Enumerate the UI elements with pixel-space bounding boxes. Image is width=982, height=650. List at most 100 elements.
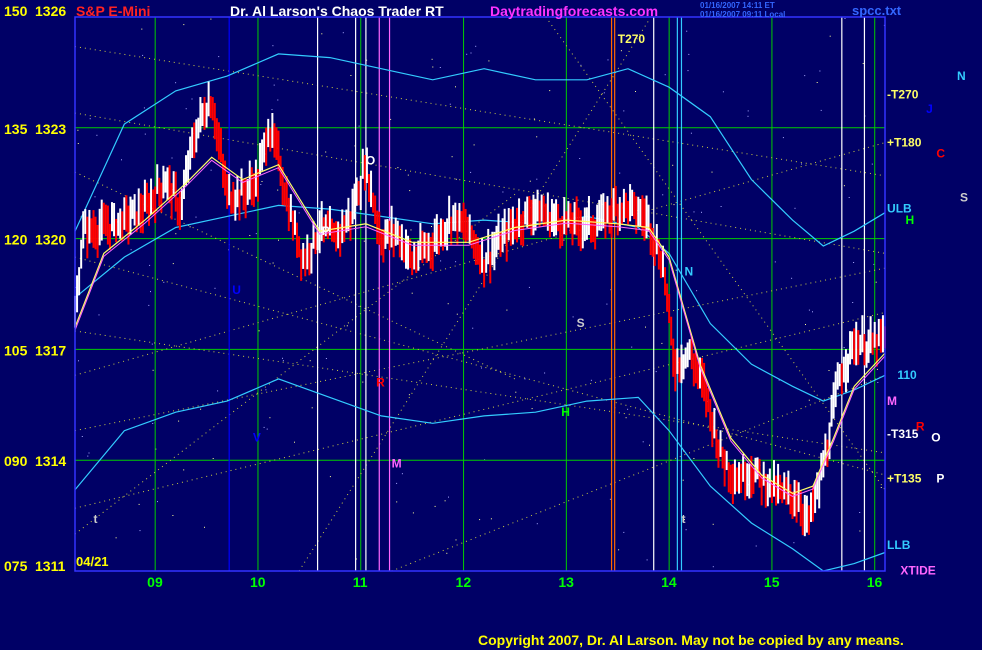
- right-margin-label: P: [936, 471, 944, 485]
- star-dot: [607, 59, 609, 61]
- star-dot: [635, 91, 636, 92]
- star-dot: [277, 99, 279, 101]
- star-dot: [712, 523, 714, 525]
- star-dot: [408, 394, 410, 396]
- xtick-label: 09: [147, 574, 163, 590]
- symbol-title: S&P E-Mini: [76, 3, 150, 19]
- star-dot: [346, 325, 348, 327]
- star-dot: [466, 53, 468, 55]
- star-dot: [782, 137, 784, 139]
- star-dot: [261, 181, 263, 182]
- star-dot: [701, 211, 702, 213]
- star-dot: [662, 194, 664, 196]
- star-dot: [358, 125, 360, 127]
- right-margin-label: -T270: [887, 87, 919, 101]
- star-dot: [609, 498, 611, 500]
- star-dot: [529, 180, 531, 182]
- star-dot: [470, 171, 472, 173]
- star-dot: [411, 292, 413, 294]
- star-dot: [712, 566, 714, 568]
- star-dot: [141, 28, 143, 30]
- star-dot: [142, 54, 144, 56]
- star-dot: [255, 233, 257, 235]
- star-dot: [390, 118, 392, 120]
- star-dot: [688, 53, 690, 55]
- star-dot: [446, 552, 448, 554]
- star-dot: [502, 191, 504, 193]
- star-dot: [77, 129, 79, 131]
- star-dot: [350, 75, 352, 76]
- star-dot: [87, 455, 89, 457]
- star-dot: [812, 311, 813, 313]
- star-dot: [479, 519, 481, 521]
- star-dot: [687, 70, 689, 72]
- star-dot: [200, 408, 202, 410]
- star-dot: [848, 197, 850, 198]
- star-dot: [536, 523, 538, 525]
- website-link[interactable]: Daytradingforecasts.com: [490, 3, 658, 19]
- xtick-label: 13: [558, 574, 574, 590]
- star-dot: [623, 110, 625, 112]
- star-dot: [859, 530, 861, 532]
- annotation-label: T270: [618, 32, 646, 46]
- right-margin-label: R: [916, 420, 925, 434]
- star-dot: [277, 189, 279, 191]
- star-dot: [563, 239, 565, 241]
- star-dot: [661, 342, 663, 344]
- right-margin-label: S: [960, 191, 968, 205]
- app-title: Dr. Al Larson's Chaos Trader RT: [230, 3, 444, 19]
- star-dot: [204, 526, 205, 528]
- star-dot: [309, 360, 311, 362]
- star-dot: [877, 382, 879, 383]
- star-dot: [189, 226, 191, 228]
- star-dot: [455, 539, 457, 541]
- annotation-label: R: [376, 375, 385, 389]
- star-dot: [645, 326, 646, 328]
- star-dot: [627, 408, 629, 410]
- star-dot: [175, 233, 177, 235]
- star-dot: [249, 235, 251, 236]
- star-dot: [664, 74, 666, 76]
- star-dot: [793, 542, 795, 544]
- xtick-label: 10: [250, 574, 266, 590]
- star-dot: [432, 66, 434, 68]
- star-dot: [720, 206, 722, 207]
- star-dot: [646, 559, 648, 561]
- star-dot: [747, 115, 749, 117]
- star-dot: [808, 399, 810, 401]
- star-dot: [396, 482, 398, 484]
- star-dot: [490, 518, 492, 520]
- star-dot: [590, 379, 592, 381]
- star-dot: [191, 98, 193, 100]
- star-dot: [488, 60, 490, 62]
- ytick-price-label: 1323: [35, 121, 66, 137]
- star-dot: [455, 261, 457, 263]
- star-dot: [515, 391, 517, 393]
- star-dot: [214, 287, 216, 289]
- annotation-label: O: [366, 154, 375, 168]
- star-dot: [859, 512, 861, 513]
- star-dot: [210, 18, 212, 20]
- star-dot: [852, 302, 854, 303]
- ytick-degree-label: 120: [4, 232, 28, 248]
- star-dot: [623, 531, 625, 533]
- star-dot: [673, 204, 675, 206]
- star-dot: [282, 357, 283, 359]
- star-dot: [448, 496, 449, 498]
- xtick-label: 11: [353, 574, 368, 590]
- star-dot: [711, 171, 713, 173]
- star-dot: [549, 90, 551, 92]
- star-dot: [273, 84, 275, 86]
- star-dot: [144, 133, 146, 135]
- star-dot: [321, 33, 323, 35]
- xtick-label: 16: [867, 574, 883, 590]
- star-dot: [412, 512, 414, 514]
- star-dot: [472, 327, 474, 329]
- ytick-degree-label: 075: [4, 558, 28, 574]
- star-dot: [407, 174, 409, 176]
- star-dot: [260, 184, 262, 185]
- star-dot: [358, 305, 360, 307]
- star-dot: [298, 212, 300, 214]
- star-dot: [451, 156, 453, 158]
- star-dot: [572, 316, 574, 318]
